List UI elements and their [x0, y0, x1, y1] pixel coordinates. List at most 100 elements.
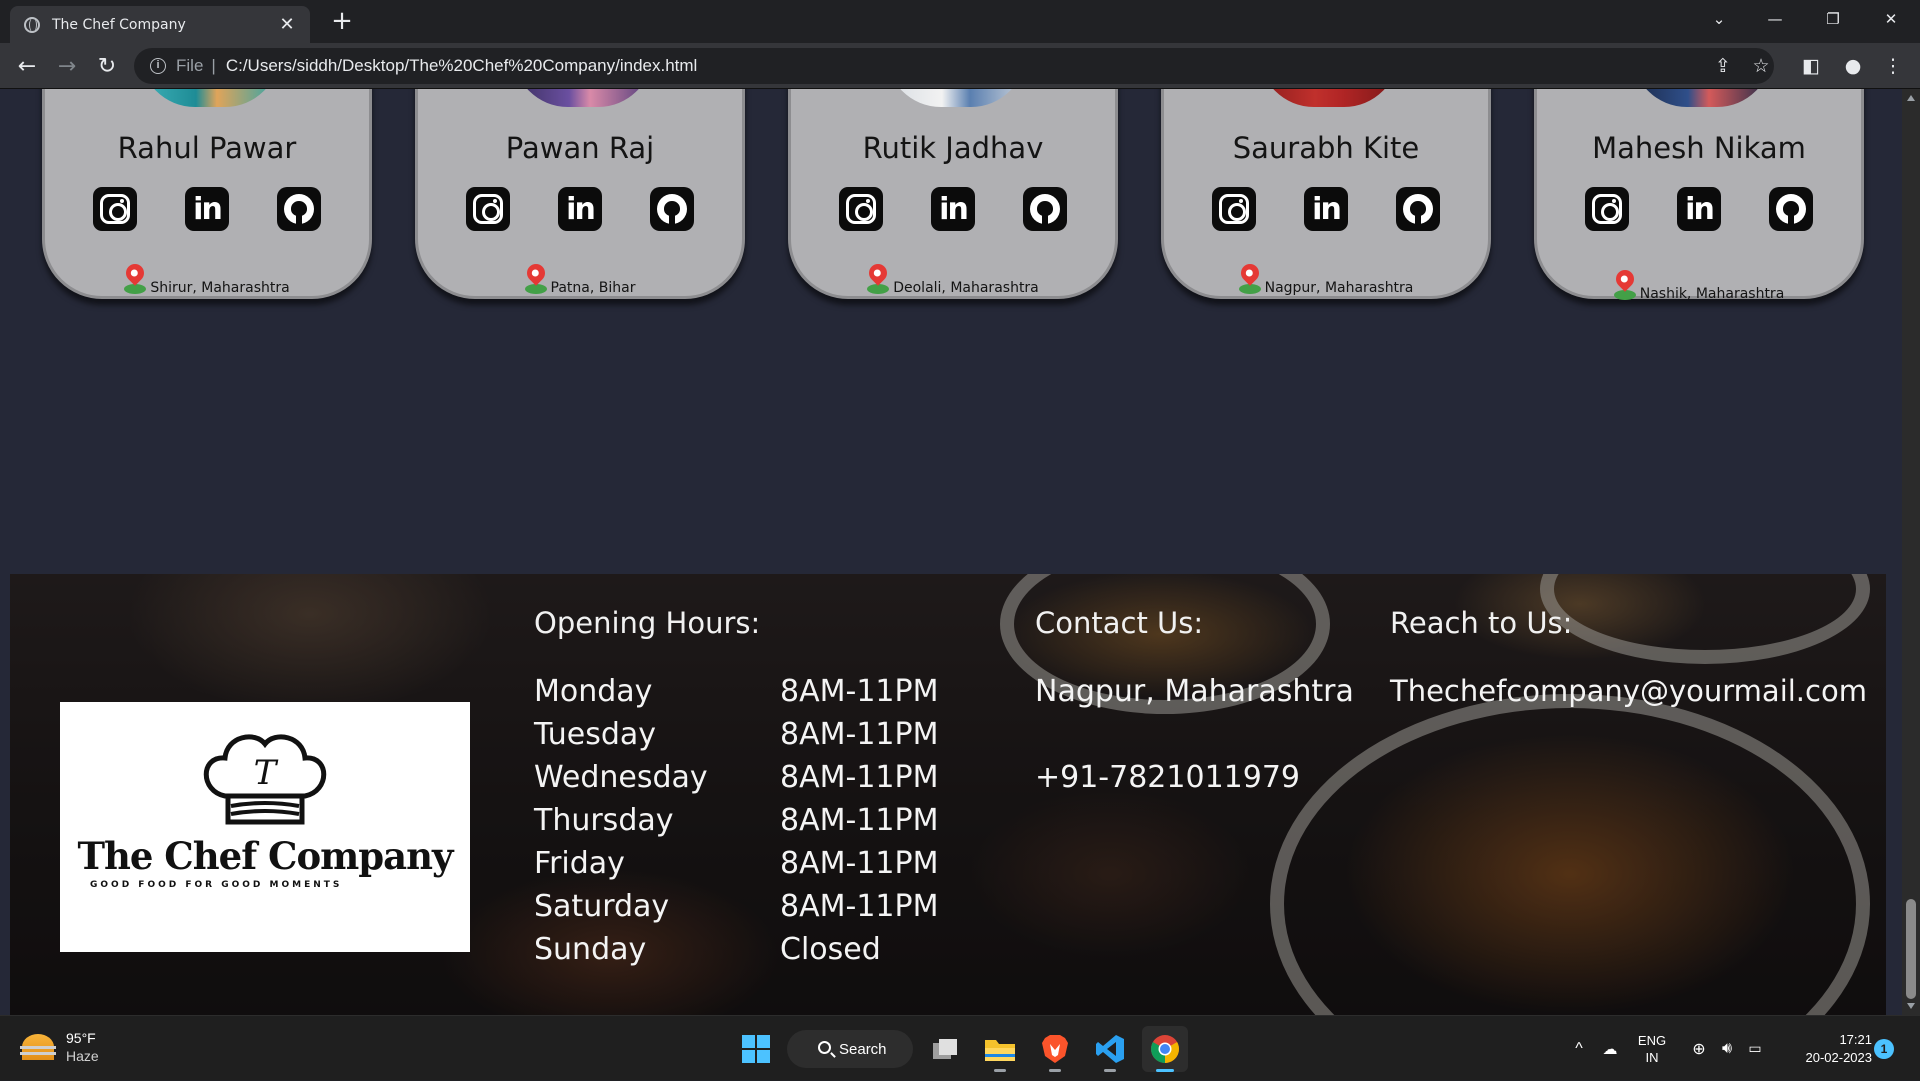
clock[interactable]: 17:21 20-02-2023 [1780, 1016, 1873, 1081]
location-pin-icon [122, 260, 149, 296]
contact-phone[interactable]: +91-7821011979 [1035, 760, 1300, 795]
weather-description: Haze [66, 1048, 99, 1064]
location-pin-icon [865, 260, 891, 296]
vscode-icon [1096, 1035, 1124, 1063]
taskbar-search[interactable]: Search [787, 1030, 913, 1068]
page-scrollbar[interactable] [1902, 89, 1920, 1015]
chrome-button[interactable] [1142, 1026, 1188, 1072]
show-hidden-icons-chevron-icon[interactable]: ^ [1566, 1016, 1592, 1081]
chef-hat-icon: T [203, 734, 327, 825]
linkedin-icon[interactable]: in [1677, 187, 1721, 231]
github-icon[interactable] [650, 187, 694, 231]
linkedin-icon[interactable]: in [931, 187, 975, 231]
restore-button[interactable]: ❐ [1804, 0, 1862, 38]
brave-browser-button[interactable] [1032, 1026, 1078, 1072]
contact-email[interactable]: Thechefcompany@yourmail.com [1390, 674, 1867, 708]
notification-badge[interactable]: 1 [1874, 1039, 1894, 1059]
bookmark-star-icon[interactable]: ☆ [1746, 51, 1776, 81]
chrome-icon [1151, 1035, 1179, 1063]
instagram-icon[interactable] [1212, 187, 1256, 231]
language-code: ENG [1637, 1032, 1667, 1048]
info-icon[interactable]: i [150, 58, 166, 74]
side-panel-icon[interactable]: ◧ [1794, 49, 1828, 83]
linkedin-icon[interactable]: in [185, 187, 229, 231]
github-icon[interactable] [1769, 187, 1813, 231]
instagram-icon[interactable] [93, 187, 137, 231]
member-name: Saurabh Kite [1232, 131, 1420, 165]
github-icon[interactable] [1396, 187, 1440, 231]
member-location: Nagpur, Maharashtra [1164, 260, 1488, 296]
member-photo [1259, 89, 1399, 107]
language-region: IN [1645, 1049, 1659, 1065]
location-text: Patna, Bihar [550, 280, 636, 296]
reload-button[interactable]: ↻ [90, 49, 124, 83]
hours-time: 8AM-11PM [780, 760, 939, 795]
hours-time: 8AM-11PM [780, 846, 939, 881]
weather-haze-icon [20, 1034, 56, 1060]
reach-heading: Reach to Us: [1390, 606, 1573, 640]
member-location: Patna, Bihar [418, 260, 742, 296]
member-photo [513, 89, 653, 107]
scroll-down-icon[interactable] [1907, 1003, 1915, 1009]
address-bar[interactable]: i File | C:/Users/siddh/Desktop/The%20Ch… [134, 48, 1774, 84]
hours-day: Sunday [534, 932, 647, 967]
clock-date: 20-02-2023 [1805, 1049, 1873, 1065]
hours-time: Closed [780, 932, 881, 967]
back-button[interactable]: ← [10, 49, 44, 83]
logo-name: The Chef Company [77, 834, 453, 878]
instagram-icon[interactable] [466, 187, 510, 231]
task-view-icon [933, 1039, 957, 1059]
member-name: Mahesh Nikam [1592, 131, 1806, 165]
location-text: Deolali, Maharashtra [893, 280, 1039, 296]
new-tab-button[interactable]: + [325, 6, 359, 36]
opening-hours-heading: Opening Hours: [534, 606, 761, 640]
scrollbar-thumb[interactable] [1906, 899, 1916, 999]
forward-button[interactable]: → [50, 49, 84, 83]
vscode-button[interactable] [1087, 1026, 1133, 1072]
svg-text:T: T [254, 753, 279, 793]
location-text: Shirur, Maharashtra [150, 280, 290, 296]
volume-icon[interactable]: 🔊︎ [1714, 1016, 1740, 1081]
file-explorer-button[interactable] [977, 1026, 1023, 1072]
brand-logo: T The Chef Company GOOD FOOD FOR GOOD MO… [60, 702, 470, 952]
instagram-icon[interactable] [1585, 187, 1629, 231]
github-icon[interactable] [1023, 187, 1067, 231]
github-icon[interactable] [277, 187, 321, 231]
team-card: Mahesh Nikam in Nashik, Maharashtra [1534, 89, 1864, 302]
linkedin-icon[interactable]: in [558, 187, 602, 231]
minimize-button[interactable]: — [1746, 0, 1804, 38]
social-links: in [791, 187, 1115, 231]
location-pin-icon [1236, 260, 1263, 296]
contact-heading: Contact Us: [1035, 606, 1204, 640]
logo-tagline: GOOD FOOD FOR GOOD MOMENTS [90, 880, 343, 890]
share-icon[interactable]: ⇪ [1708, 51, 1738, 81]
search-icon [818, 1041, 831, 1054]
menu-kebab-icon[interactable]: ⋮ [1876, 49, 1910, 83]
start-button[interactable] [733, 1026, 779, 1072]
browser-toolbar: ← → ↻ i File | C:/Users/siddh/Desktop/Th… [0, 43, 1920, 89]
tab-search-chevron-icon[interactable]: ⌄ [1690, 0, 1748, 38]
social-links: in [45, 187, 369, 231]
member-photo [1632, 89, 1772, 107]
input-language-indicator[interactable]: ENG IN [1630, 1016, 1674, 1081]
social-links: in [418, 187, 742, 231]
url-separator: | [211, 56, 216, 75]
weather-widget[interactable]: 95°F Haze [20, 1030, 99, 1064]
member-name: Rahul Pawar [117, 131, 297, 165]
page-viewport: Rahul Pawar in Shirur, Maharashtra Pawan… [0, 89, 1902, 1015]
profile-icon[interactable]: ● [1836, 49, 1870, 83]
hours-day: Thursday [534, 803, 674, 838]
instagram-icon[interactable] [839, 187, 883, 231]
close-tab-icon[interactable]: ✕ [278, 14, 296, 35]
browser-tab[interactable]: The Chef Company ✕ [10, 6, 310, 43]
site-footer: T The Chef Company GOOD FOOD FOR GOOD MO… [10, 574, 1886, 1015]
onedrive-cloud-icon[interactable]: ☁ [1596, 1016, 1624, 1081]
linkedin-icon[interactable]: in [1304, 187, 1348, 231]
battery-icon[interactable]: ▭ [1742, 1016, 1768, 1081]
hours-day: Friday [534, 846, 625, 881]
network-globe-icon[interactable]: ⊕ [1686, 1016, 1712, 1081]
close-window-button[interactable]: ✕ [1862, 0, 1920, 38]
location-text: Nagpur, Maharashtra [1264, 280, 1414, 296]
scroll-up-icon[interactable] [1907, 95, 1915, 101]
task-view-button[interactable] [922, 1026, 968, 1072]
